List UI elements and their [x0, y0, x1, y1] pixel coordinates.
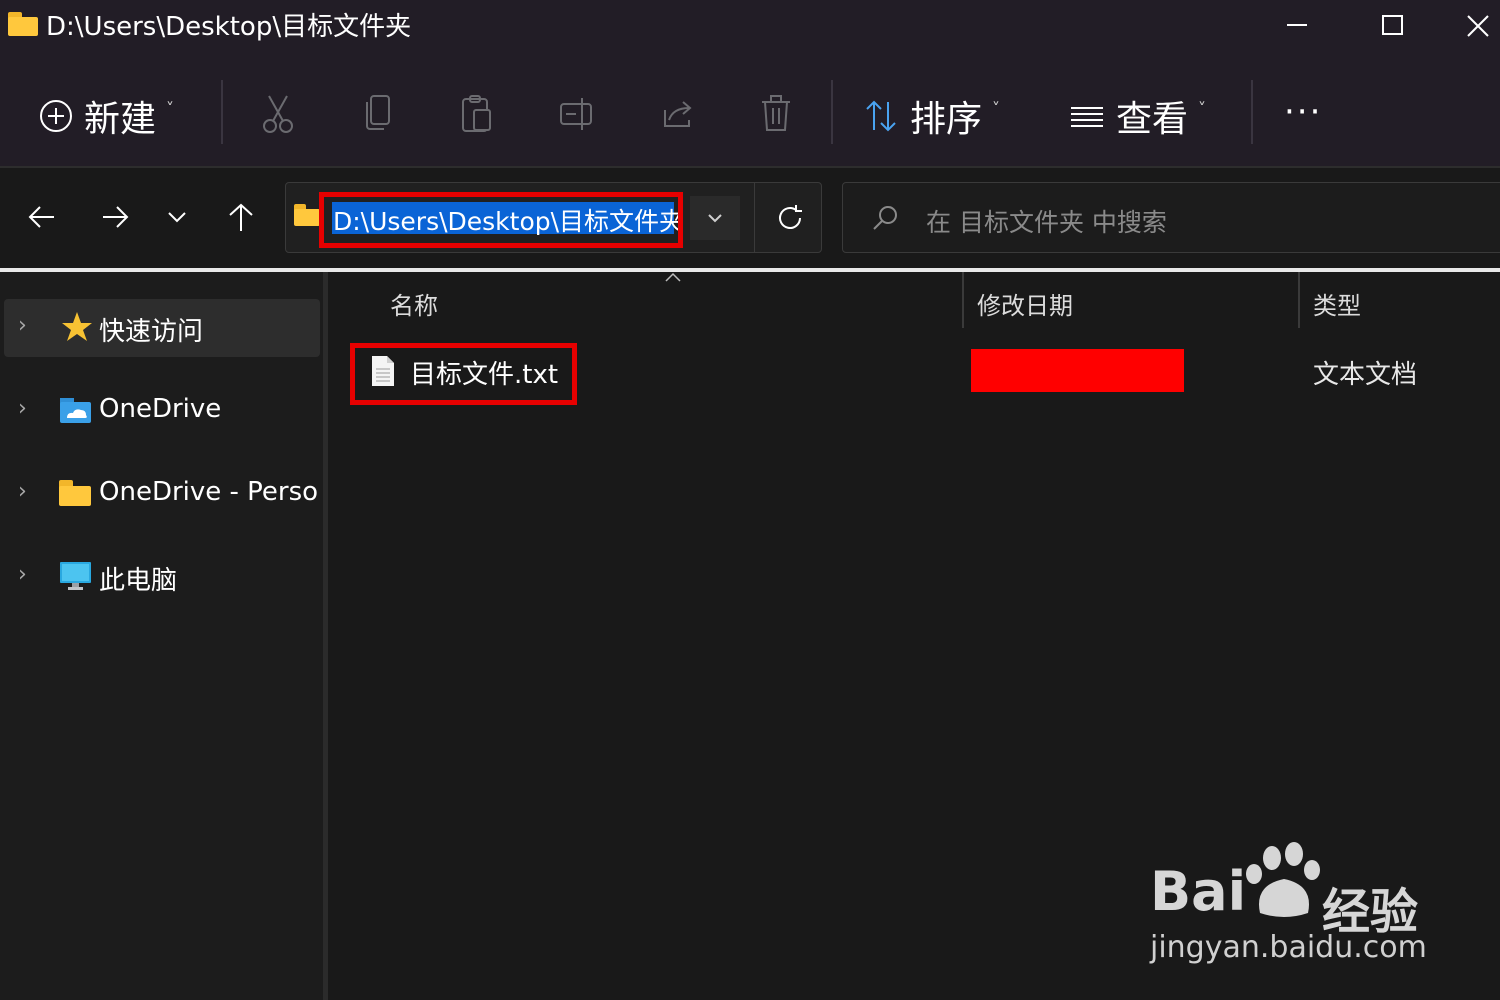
- more-options-label: ···: [1284, 92, 1323, 132]
- recent-locations-button[interactable]: [155, 195, 199, 239]
- arrow-left-icon: [28, 206, 54, 228]
- more-options-button[interactable]: ···: [1284, 92, 1322, 132]
- sidebar-item-onedrive[interactable]: › OneDrive: [0, 382, 320, 440]
- column-header-type[interactable]: 类型: [1313, 286, 1361, 321]
- onedrive-folder-icon: [60, 398, 91, 423]
- chevron-right-icon[interactable]: ›: [18, 562, 27, 587]
- share-button[interactable]: [655, 92, 699, 136]
- plus-circle-icon: [40, 100, 72, 132]
- redacted-date: [971, 349, 1184, 392]
- column-header-name[interactable]: 名称: [390, 286, 438, 321]
- sidebar-item-quick-access[interactable]: › 快速访问: [4, 299, 320, 357]
- cut-icon: [263, 95, 293, 133]
- folder-icon: [59, 480, 91, 506]
- column-separator[interactable]: [1298, 272, 1300, 328]
- search-icon: [870, 203, 900, 237]
- folder-icon: [294, 204, 320, 226]
- address-dropdown-button[interactable]: [690, 196, 740, 240]
- star-icon: [62, 312, 92, 341]
- minimize-button[interactable]: [1262, 0, 1332, 50]
- toolbar-separator: [1251, 80, 1253, 144]
- delete-icon: [762, 95, 790, 131]
- back-button[interactable]: [20, 195, 64, 239]
- address-highlight-box: [319, 192, 683, 248]
- close-button[interactable]: [1454, 0, 1500, 50]
- sort-ascending-icon: [663, 268, 683, 289]
- sidebar-item-onedrive-personal[interactable]: › OneDrive - Persona: [0, 465, 320, 523]
- chevron-down-icon: [168, 212, 186, 223]
- search-placeholder: 在 目标文件夹 中搜索: [926, 208, 1167, 237]
- monitor-icon: [60, 562, 91, 590]
- chevron-right-icon[interactable]: ›: [18, 396, 27, 421]
- delete-button[interactable]: [754, 92, 798, 136]
- share-icon: [664, 101, 692, 127]
- forward-button[interactable]: [93, 195, 137, 239]
- view-button[interactable]: 查看 ˅: [1068, 80, 1206, 152]
- chevron-down-icon: ˅: [166, 98, 175, 118]
- copy-button[interactable]: [356, 92, 400, 136]
- toolbar-separator: [221, 80, 223, 144]
- paste-button[interactable]: [455, 92, 499, 136]
- cut-button[interactable]: [256, 92, 300, 136]
- chevron-right-icon[interactable]: ›: [18, 313, 27, 338]
- arrow-right-icon: [103, 206, 129, 228]
- toolbar-separator: [831, 80, 833, 144]
- chevron-right-icon[interactable]: ›: [18, 479, 27, 504]
- new-label: 新建: [84, 99, 157, 140]
- minimize-icon: [1287, 24, 1307, 26]
- chevron-down-icon: ˅: [1198, 98, 1207, 118]
- sidebar-item-label: 此电脑: [99, 566, 178, 596]
- column-separator[interactable]: [962, 272, 964, 328]
- file-highlight-box: [350, 343, 577, 405]
- file-type: 文本文档: [1313, 360, 1418, 390]
- rename-button[interactable]: [555, 92, 599, 136]
- paste-icon: [462, 95, 491, 132]
- sort-button[interactable]: 排序 ˅: [864, 80, 1000, 152]
- sidebar-item-label: 快速访问: [99, 317, 204, 347]
- maximize-icon: [1382, 15, 1403, 35]
- maximize-button[interactable]: [1358, 0, 1428, 50]
- window-title: D:\Users\Desktop\目标文件夹: [46, 12, 412, 42]
- sort-label: 排序: [910, 99, 983, 140]
- new-button[interactable]: 新建 ˅: [38, 80, 174, 152]
- sort-icon: [866, 100, 896, 132]
- sidebar-item-this-pc[interactable]: › 此电脑: [0, 548, 320, 606]
- rename-icon: [560, 98, 592, 130]
- up-button[interactable]: [219, 195, 263, 239]
- close-icon: [1467, 15, 1489, 37]
- chevron-down-icon: [708, 214, 722, 223]
- refresh-icon: [779, 204, 802, 229]
- arrow-up-icon: [229, 203, 253, 231]
- sidebar-item-label: OneDrive: [99, 394, 222, 424]
- watermark-url: jingyan.baidu.com: [1150, 930, 1427, 965]
- folder-icon: [8, 12, 38, 36]
- view-label: 查看: [1116, 99, 1189, 140]
- chevron-down-icon: ˅: [992, 98, 1001, 118]
- view-lines-icon: [1071, 107, 1103, 127]
- sidebar-item-label: OneDrive - Persona: [99, 477, 320, 507]
- refresh-button[interactable]: [754, 182, 825, 253]
- column-header-modified[interactable]: 修改日期: [977, 286, 1073, 321]
- copy-icon: [366, 95, 390, 130]
